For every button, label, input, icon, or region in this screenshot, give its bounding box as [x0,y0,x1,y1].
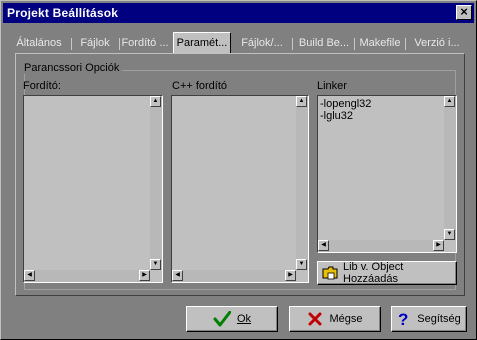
ok-label: Ok [237,313,251,325]
scroll-up-icon[interactable]: ▲ [150,96,161,107]
scrollbar-corner [444,240,456,252]
scroll-left-icon[interactable]: ◀ [24,270,35,281]
group-title: Parancssori Opciók [21,62,123,74]
scrollbar-corner [150,270,162,282]
scroll-left-icon[interactable]: ◀ [172,270,183,281]
cpp-compiler-label: C++ fordító [172,80,228,92]
scroll-up-icon[interactable]: ▲ [444,96,455,107]
linker-items: -lopengl32 -lglu32 [320,98,371,122]
help-button[interactable]: ? Segítség [391,306,467,332]
project-settings-dialog: Projekt Beállítások × Általános Fájlok F… [0,0,477,340]
compiler-options-list[interactable]: ▲ ▼ ◀ ▶ [23,95,163,283]
cpp-compiler-options-list[interactable]: ▲ ▼ ◀ ▶ [171,95,309,283]
add-lib-object-button[interactable]: Lib v. Object Hozzáadás [317,261,457,285]
tab-files[interactable]: Fájlok [73,34,117,52]
compiler-label: Fordító: [23,80,61,92]
tab-compiler[interactable]: Fordító ... [121,34,169,52]
svg-text:?: ? [398,310,408,328]
cancel-label: Mégse [329,313,363,325]
tab-separator [71,38,72,50]
list-item[interactable]: -lopengl32 [320,98,371,110]
tab-version-info[interactable]: Verzió i... [406,34,468,52]
scroll-left-icon[interactable]: ◀ [318,240,329,251]
scroll-right-icon[interactable]: ▶ [433,240,444,251]
horizontal-scrollbar[interactable]: ◀ ▶ [24,270,150,282]
tab-strip: Általános Fájlok Fordító ... Paramét... … [7,32,470,54]
tab-makefile[interactable]: Makefile [355,34,405,52]
tab-general[interactable]: Általános [9,34,69,52]
scroll-right-icon[interactable]: ▶ [285,270,296,281]
checkmark-icon [213,311,231,327]
ok-button[interactable]: Ok [186,306,278,332]
close-button[interactable]: × [456,5,472,20]
window-title: Projekt Beállítások [7,6,119,20]
linker-label: Linker [317,80,347,92]
horizontal-scrollbar[interactable]: ◀ ▶ [172,270,296,282]
scroll-up-icon[interactable]: ▲ [296,96,307,107]
vertical-scrollbar[interactable]: ▲ ▼ [444,96,456,240]
close-icon: × [460,4,468,19]
tab-files-dirs[interactable]: Fájlok/... [235,34,289,52]
scroll-right-icon[interactable]: ▶ [139,270,150,281]
folder-icon [322,266,338,280]
vertical-scrollbar[interactable]: ▲ ▼ [296,96,308,270]
cancel-button[interactable]: Mégse [289,306,381,332]
add-lib-object-label: Lib v. Object Hozzáadás [343,261,404,285]
tab-parameters[interactable]: Paramét... [173,32,231,54]
tab-separator [292,38,293,50]
tab-separator [119,38,120,50]
ok-label-text: Ok [236,313,252,325]
cancel-x-icon [307,311,323,327]
title-bar[interactable]: Projekt Beállítások × [3,3,474,23]
scroll-down-icon[interactable]: ▼ [444,229,455,240]
horizontal-scrollbar[interactable]: ◀ ▶ [318,240,444,252]
scrollbar-corner [296,270,308,282]
scroll-down-icon[interactable]: ▼ [296,259,307,270]
question-mark-icon: ? [397,310,411,328]
vertical-scrollbar[interactable]: ▲ ▼ [150,96,162,270]
linker-options-list[interactable]: -lopengl32 -lglu32 ▲ ▼ ◀ ▶ [317,95,457,253]
list-item[interactable]: -lglu32 [320,110,371,122]
tab-build-settings[interactable]: Build Be... [294,34,354,52]
help-label: Segítség [417,313,461,325]
scroll-down-icon[interactable]: ▼ [150,259,161,270]
